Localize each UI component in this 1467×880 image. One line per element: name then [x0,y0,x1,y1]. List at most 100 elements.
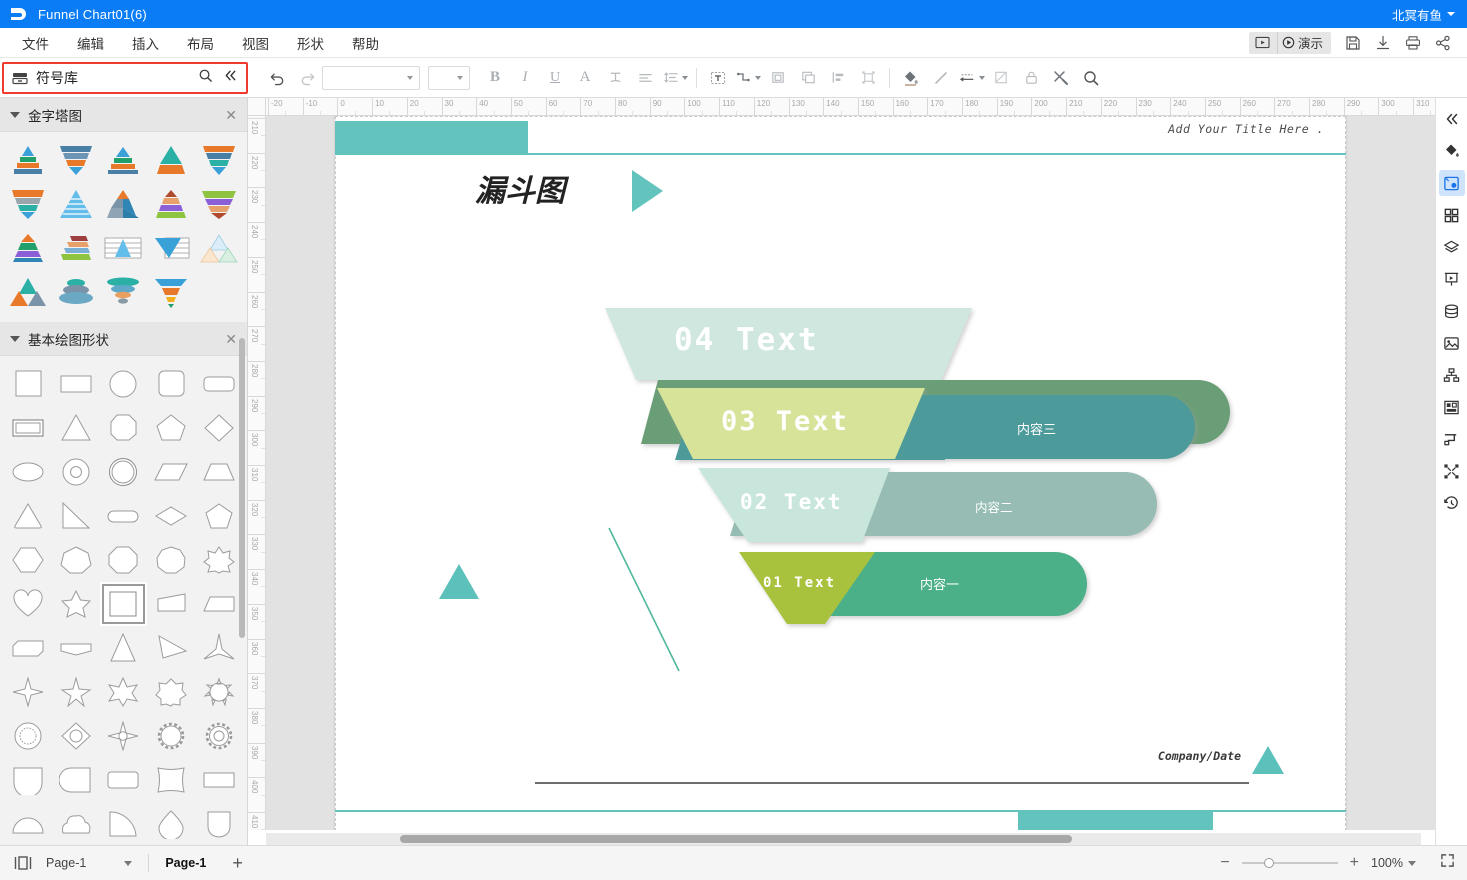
shape-tall-triangle[interactable] [100,626,148,670]
shape-pentagon-rounded[interactable] [195,494,243,538]
align-objects-icon[interactable] [823,64,853,92]
close-icon[interactable]: ✕ [225,332,237,346]
menu-view[interactable]: 视图 [228,29,283,57]
shape-triangle[interactable] [52,406,100,450]
shape-pyramid-stacked-1[interactable] [4,138,52,182]
connector-icon[interactable] [733,64,763,92]
font-family-select[interactable] [322,65,420,90]
funnel-label-01[interactable]: 01 Text [763,575,836,591]
shape-donut[interactable] [52,450,100,494]
distribute-icon[interactable] [853,64,883,92]
funnel-label-03[interactable]: 03 Text [721,406,849,437]
zoom-out-button[interactable]: − [1220,855,1229,871]
shape-square[interactable] [4,362,52,406]
zoom-level[interactable]: 100% [1371,856,1416,870]
group-icon[interactable] [763,64,793,92]
shape-rounded-square[interactable] [147,362,195,406]
funnel-content-03[interactable]: 内容三 [1017,419,1056,438]
shape-funnel-stacked-1[interactable] [52,138,100,182]
fill-bucket-icon[interactable] [1439,138,1465,164]
funnel-content-04[interactable]: 内容四 [1065,343,1104,362]
shape-pyramid-two-tone[interactable] [147,138,195,182]
shape-ring[interactable] [100,450,148,494]
menu-help[interactable]: 帮助 [338,29,393,57]
shape-leaf[interactable] [52,758,100,802]
shape-pyramid-stacked-2[interactable] [100,138,148,182]
shape-circle[interactable] [100,362,148,406]
shape-scalene-triangle[interactable] [147,626,195,670]
shape-funnel-stacked-3[interactable] [4,182,52,226]
shape-four-star-circle[interactable] [100,714,148,758]
present-button[interactable]: 演示 [1276,31,1331,54]
double-chevron-left-icon[interactable] [223,68,238,88]
shape-octagon-square[interactable] [100,406,148,450]
fill-bucket-icon[interactable] [896,64,926,92]
shape-diamond-circle[interactable] [52,714,100,758]
funnel-label-02[interactable]: 02 Text [740,490,843,514]
grid-apps-icon[interactable] [1439,202,1465,228]
lock-icon[interactable] [1016,64,1046,92]
shape-hexagon[interactable] [4,538,52,582]
arrow-style-icon[interactable] [956,64,986,92]
close-icon[interactable]: ✕ [225,108,237,122]
shape-stacked-books[interactable] [52,226,100,270]
canvas-horizontal-scrollbar-thumb[interactable] [400,835,1072,843]
vertical-ruler[interactable]: 210 220 230 240 250 260 270 280 290 300 310 320 330 3… [248,116,266,830]
zoom-in-button[interactable]: + [1350,855,1359,871]
shape-five-star-thin[interactable] [52,670,100,714]
page-tab-active[interactable]: Page-1 [165,856,206,870]
layers-icon[interactable] [1439,234,1465,260]
shape-cog[interactable] [147,714,195,758]
menu-edit[interactable]: 编辑 [63,29,118,57]
database-icon[interactable] [1439,298,1465,324]
shape-pillow[interactable] [147,758,195,802]
download-icon[interactable] [1369,32,1397,54]
org-chart-icon[interactable] [1439,362,1465,388]
canvas-area[interactable]: Add Your Title Here . 漏斗图 04 Text 内容四 03… [266,116,1435,830]
footer-company-date[interactable]: Company/Date [1158,749,1241,763]
shape-nonagon[interactable] [147,538,195,582]
zoom-slider-knob[interactable] [1263,858,1274,868]
italic-button[interactable]: I [510,64,540,92]
shape-pill[interactable] [100,494,148,538]
shape-six-point-star[interactable] [100,670,148,714]
shape-right-triangle[interactable] [52,494,100,538]
funnel-chart[interactable] [335,116,1346,830]
arrange-icon[interactable] [793,64,823,92]
shape-frame[interactable] [4,406,52,450]
undo-icon[interactable] [262,64,292,92]
shape-pyramid-3d-2[interactable] [147,182,195,226]
shape-pyramid-blue-layers[interactable] [52,182,100,226]
triangle-expand-icon[interactable] [10,335,20,342]
slide-page[interactable]: Add Your Title Here . 漏斗图 04 Text 内容四 03… [335,116,1346,830]
add-page-button[interactable]: + [232,854,243,872]
image-icon[interactable] [1439,330,1465,356]
shape-semicircle[interactable] [4,802,52,845]
shape-funnel-3d-disks[interactable] [100,270,148,314]
shape-trapezoid[interactable] [195,450,243,494]
font-color-button[interactable]: A [570,64,600,92]
shape-rhombus-flat[interactable] [147,494,195,538]
slideshow-icon[interactable] [1249,32,1277,54]
shape-rounded-rectangle[interactable] [195,362,243,406]
shape-pyramid-3d-3[interactable] [4,226,52,270]
horizontal-ruler[interactable]: -20 -10 0 10 20 30 40 50 60 70 80 90 100 110 120 130 140… [266,98,1435,116]
menu-shape[interactable]: 形状 [283,29,338,57]
shape-five-point-star[interactable] [52,582,100,626]
shape-triangles-light[interactable] [195,226,243,270]
connector-points-icon[interactable] [1439,458,1465,484]
save-icon[interactable] [1339,32,1367,54]
shape-quad-2[interactable] [195,582,243,626]
shape-triangles-colored[interactable] [4,270,52,314]
shape-gear-circle[interactable] [4,714,52,758]
left-shape-panel[interactable]: 金字塔图 ✕ 基本绘图形状 ✕ [0,98,248,845]
user-name[interactable]: 北冥有鱼 [1392,5,1442,24]
line-spacing-icon[interactable] [660,64,690,92]
shape-rounded-bottom[interactable] [4,758,52,802]
menu-insert[interactable]: 插入 [118,29,173,57]
shape-funnel-stacked-2[interactable] [195,138,243,182]
shape-four-point-star[interactable] [4,670,52,714]
shape-quad-1[interactable] [147,582,195,626]
underline-button[interactable]: U [540,64,570,92]
left-panel-scrollbar[interactable] [239,338,245,638]
